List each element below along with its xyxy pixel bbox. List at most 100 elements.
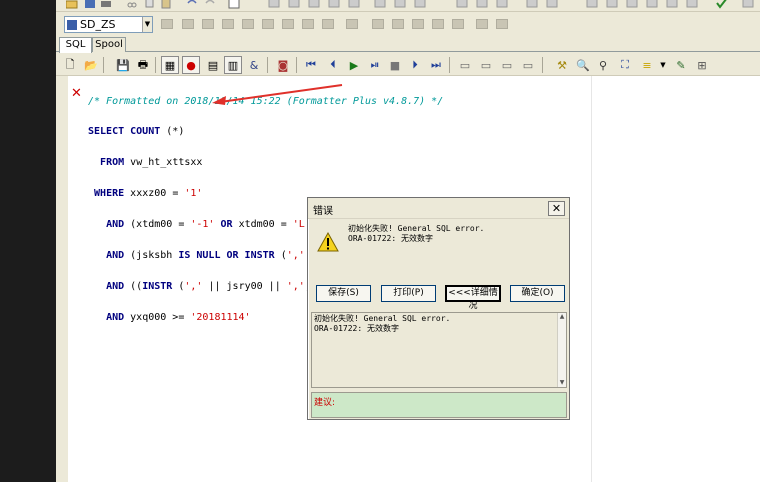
copy-icon[interactable] — [144, 0, 156, 9]
undo-icon[interactable] — [186, 0, 198, 9]
toolbar-button-icon[interactable] — [268, 0, 280, 9]
first-record-icon[interactable]: ⏮ — [302, 56, 320, 74]
tab-sql[interactable]: SQL — [59, 37, 92, 53]
separator — [155, 57, 156, 73]
desktop-strip — [0, 0, 56, 482]
print-icon[interactable] — [100, 0, 112, 9]
ampersand-icon[interactable]: & — [245, 56, 263, 74]
document-icon[interactable]: ▭ — [498, 56, 516, 74]
toolbar-button-icon[interactable] — [322, 19, 334, 29]
print-button[interactable]: 打印(P) — [381, 285, 436, 302]
step-icon[interactable]: ⏯ — [366, 56, 384, 74]
toolbar-button-icon[interactable] — [432, 19, 444, 29]
toolbar-button-icon[interactable] — [222, 19, 234, 29]
editor-tabs: SQL Spool — [56, 36, 760, 53]
copy-icon[interactable]: ▭ — [456, 56, 474, 74]
save-icon[interactable]: 💾 — [114, 56, 132, 74]
close-icon[interactable]: ✕ — [548, 201, 565, 216]
toolbar-button-icon[interactable] — [546, 0, 558, 9]
toolbar-button-icon[interactable] — [496, 0, 508, 9]
prev-record-icon[interactable]: ⏴ — [324, 56, 342, 74]
cut-icon[interactable] — [126, 0, 138, 9]
toolbar-button-icon[interactable] — [646, 0, 658, 9]
find-icon[interactable]: 🔍 — [574, 56, 592, 74]
separator — [267, 57, 268, 73]
save-button[interactable]: 保存(S) — [316, 285, 371, 302]
toolbar-button-icon[interactable] — [372, 19, 384, 29]
toolbar-button-icon[interactable] — [282, 19, 294, 29]
redo-icon[interactable] — [204, 0, 216, 9]
paste-icon[interactable]: ▭ — [477, 56, 495, 74]
separator — [296, 57, 297, 73]
toolbar-button-icon[interactable] — [586, 0, 598, 9]
toolbar-button-icon[interactable] — [666, 0, 678, 9]
details-scrollbar[interactable]: ▲ ▼ — [557, 313, 566, 387]
toolbar-button-icon[interactable] — [742, 0, 754, 9]
toggle-results-icon[interactable]: ▦ — [161, 56, 179, 74]
grid-lines-icon[interactable]: ⊞ — [693, 56, 711, 74]
tools-icon[interactable]: ⚒ — [553, 56, 571, 74]
binoculars-icon[interactable]: ⚲ — [594, 56, 612, 74]
toolbar-button-icon[interactable] — [452, 19, 464, 29]
suggestion-box[interactable]: 建议: — [311, 392, 567, 418]
chevron-down-icon[interactable]: ▼ — [654, 56, 672, 74]
toolbar-button-icon[interactable] — [348, 0, 360, 9]
toolbar-button-icon[interactable] — [346, 19, 358, 29]
toolbar-button-icon[interactable] — [412, 19, 424, 29]
toolbar-button-icon[interactable] — [392, 19, 404, 29]
toolbar-button-icon[interactable] — [242, 19, 254, 29]
toolbar-button-icon[interactable] — [626, 0, 638, 9]
schema-select[interactable]: SD_ZS ▼ — [64, 16, 153, 33]
scroll-up-icon[interactable]: ▲ — [558, 313, 566, 321]
error-details-textarea[interactable]: 初始化失败! General SQL error. ORA-01722: 无效数… — [311, 312, 567, 388]
toolbar-button-icon[interactable] — [302, 19, 314, 29]
print-icon[interactable]: 🖶 — [134, 56, 152, 74]
run-icon[interactable]: ▶ — [345, 56, 363, 74]
toolbar-button-icon[interactable] — [496, 19, 508, 29]
annotation-arrow — [212, 84, 343, 105]
separator — [542, 57, 543, 73]
toolbar-button-icon[interactable] — [456, 0, 468, 9]
paste-icon[interactable] — [160, 0, 172, 9]
toolbar-button-icon[interactable] — [526, 0, 538, 9]
folder-open-icon[interactable] — [66, 0, 78, 9]
toolbar-button-icon[interactable] — [308, 0, 320, 9]
grid-view-icon[interactable]: ▤ — [204, 56, 222, 74]
details-toggle-button[interactable]: <<<详细情况 — [445, 285, 501, 311]
toolbar-button-icon[interactable] — [161, 19, 173, 29]
toolbar-button-icon[interactable] — [288, 0, 300, 9]
save-icon[interactable] — [84, 0, 96, 9]
toolbar-button-icon[interactable] — [182, 19, 194, 29]
scroll-down-icon[interactable]: ▼ — [558, 379, 566, 387]
bookmark-icon[interactable]: ⛶ — [616, 56, 634, 74]
dialog-titlebar: 错误 ✕ — [308, 198, 569, 219]
toolbar-button-icon[interactable] — [476, 0, 488, 9]
debug-icon[interactable]: ● — [182, 56, 200, 74]
last-record-icon[interactable]: ⏭ — [427, 56, 445, 74]
ok-button[interactable]: 确定(O) — [510, 285, 565, 302]
pin-icon[interactable]: ✎ — [672, 56, 690, 74]
toolbar-button-icon[interactable] — [202, 19, 214, 29]
sql-editor-window: SD_ZS ▼ SQL Spool 🗋 📂 💾 🖶 ▦ ● ▤ ▥ & ◙ ⏮ … — [56, 0, 760, 482]
toolbar-button-icon[interactable] — [686, 0, 698, 9]
format-icon[interactable]: ◙ — [274, 56, 292, 74]
toolbar-button-icon[interactable] — [476, 19, 488, 29]
document-icon[interactable]: ▭ — [519, 56, 537, 74]
checkmark-icon[interactable] — [716, 0, 728, 9]
toolbar-button-icon[interactable] — [262, 19, 274, 29]
code-line: FROM vw_ht_xttsxx — [100, 157, 203, 169]
toolbar-button-icon[interactable] — [606, 0, 618, 9]
toolbar-button-icon[interactable] — [328, 0, 340, 9]
toolbar-button-icon[interactable] — [394, 0, 406, 9]
toolbar-button-icon[interactable] — [414, 0, 426, 9]
toolbar-button-icon[interactable] — [374, 0, 386, 9]
tab-spool[interactable]: Spool — [92, 37, 126, 52]
new-file-icon[interactable]: 🗋 — [61, 56, 79, 74]
next-record-icon[interactable]: ⏵ — [406, 56, 424, 74]
explain-plan-icon[interactable]: ▥ — [224, 56, 242, 74]
open-file-icon[interactable]: 📂 — [82, 56, 100, 74]
stop-icon[interactable]: ■ — [386, 56, 404, 74]
chevron-down-icon[interactable]: ▼ — [142, 17, 152, 32]
grid-icon[interactable] — [228, 0, 240, 9]
connection-toolbar: SD_ZS ▼ — [56, 13, 760, 35]
